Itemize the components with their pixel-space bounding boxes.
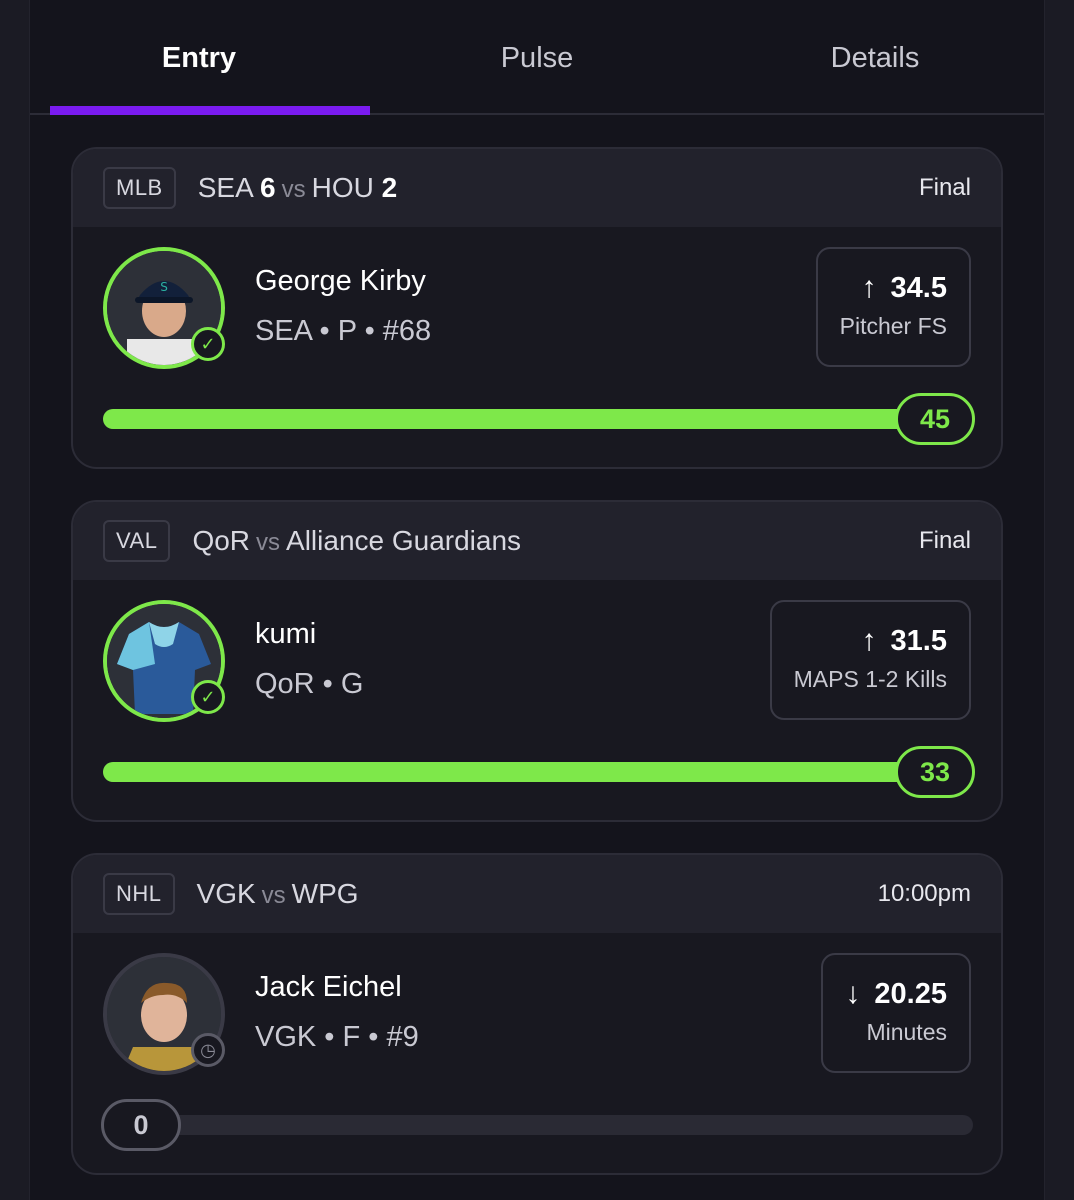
progress-value: 45 (895, 393, 975, 445)
progress-value: 0 (101, 1099, 181, 1151)
card-header: NHL VGK vs WPG 10:00pm (73, 855, 1001, 933)
score-home: 2 (381, 172, 398, 203)
game-time: 10:00pm (877, 880, 971, 907)
pick-card[interactable]: MLB SEA 6 vs HOU 2 Final S ✓ George Kirb… (71, 147, 1003, 469)
player-name: George Kirby (255, 265, 426, 297)
score-away: 6 (260, 172, 276, 203)
progress-bar: 45 (103, 393, 975, 445)
team-home: Alliance Guardians (286, 525, 522, 556)
clock-icon: ◷ (191, 1033, 225, 1067)
stat-type: MAPS 1-2 Kills (793, 666, 947, 692)
projection-line: 31.5 (890, 625, 947, 657)
progress-value: 33 (895, 746, 975, 798)
player-avatar: ◷ (103, 953, 225, 1075)
league-badge: VAL (103, 520, 171, 562)
game-status: Final (918, 174, 971, 201)
league-badge: NHL (103, 873, 175, 915)
arrow-up-icon: ↑ (861, 271, 877, 304)
team-away: SEA (197, 172, 253, 203)
stat-type: Pitcher FS (839, 313, 947, 339)
projection-line: 34.5 (890, 272, 947, 304)
tab-pulse[interactable]: Pulse (368, 0, 706, 113)
team-home: HOU (311, 172, 374, 203)
tab-details[interactable]: Details (706, 0, 1044, 113)
team-away: VGK (196, 878, 256, 909)
team-home: WPG (291, 878, 359, 909)
progress-bar: 0 (101, 1099, 973, 1151)
card-header: VAL QoR vs Alliance Guardians Final (73, 502, 1001, 580)
matchup: SEA 6 vs HOU 2 (198, 172, 397, 204)
projection-box: ↑ 34.5 Pitcher FS (815, 247, 971, 367)
tab-details-label: Details (830, 42, 920, 74)
league-badge: MLB (103, 167, 176, 209)
matchup: VGK vs WPG (197, 878, 359, 910)
tab-pulse-label: Pulse (500, 42, 574, 74)
vs-label: vs (261, 882, 286, 909)
player-meta: QoR • G (255, 668, 364, 700)
entry-view: Entry Pulse Details MLB SEA 6 vs HOU 2 Fin… (30, 0, 1044, 1200)
projection-box: ↑ 31.5 MAPS 1-2 Kills (769, 600, 971, 720)
player-meta: SEA • P • #68 (255, 315, 432, 347)
check-icon: ✓ (191, 327, 225, 361)
matchup: QoR vs Alliance Guardians (192, 525, 521, 557)
svg-text:S: S (160, 280, 168, 294)
left-panel-edge (0, 0, 30, 1200)
stat-type: Minutes (866, 1019, 947, 1045)
tab-entry-label: Entry (161, 42, 237, 74)
projection-box: ↓ 20.25 Minutes (821, 953, 971, 1073)
projection-line: 20.25 (874, 978, 947, 1010)
player-meta: VGK • F • #9 (255, 1021, 419, 1053)
team-away: QoR (192, 525, 251, 556)
vs-label: vs (281, 176, 306, 203)
progress-fill (103, 762, 973, 782)
right-panel-edge (1044, 0, 1074, 1200)
pick-card[interactable]: VAL QoR vs Alliance Guardians Final ✓ kumi… (71, 500, 1003, 822)
game-status: Final (918, 527, 971, 554)
vs-label: vs (256, 529, 281, 556)
progress-fill (103, 409, 973, 429)
card-header: MLB SEA 6 vs HOU 2 Final (73, 149, 1001, 227)
player-avatar: ✓ (103, 600, 225, 722)
tab-bar: Entry Pulse Details (30, 0, 1044, 115)
player-name: Jack Eichel (255, 971, 402, 1003)
tab-entry[interactable]: Entry (30, 0, 370, 115)
progress-bar: 33 (103, 746, 975, 798)
arrow-up-icon: ↑ (861, 624, 877, 657)
player-avatar: S ✓ (103, 247, 225, 369)
pick-card[interactable]: NHL VGK vs WPG 10:00pm ◷ Jack Eichel VGK •… (71, 853, 1003, 1175)
player-name: kumi (255, 618, 317, 650)
arrow-down-icon: ↓ (845, 977, 861, 1010)
check-icon: ✓ (191, 680, 225, 714)
